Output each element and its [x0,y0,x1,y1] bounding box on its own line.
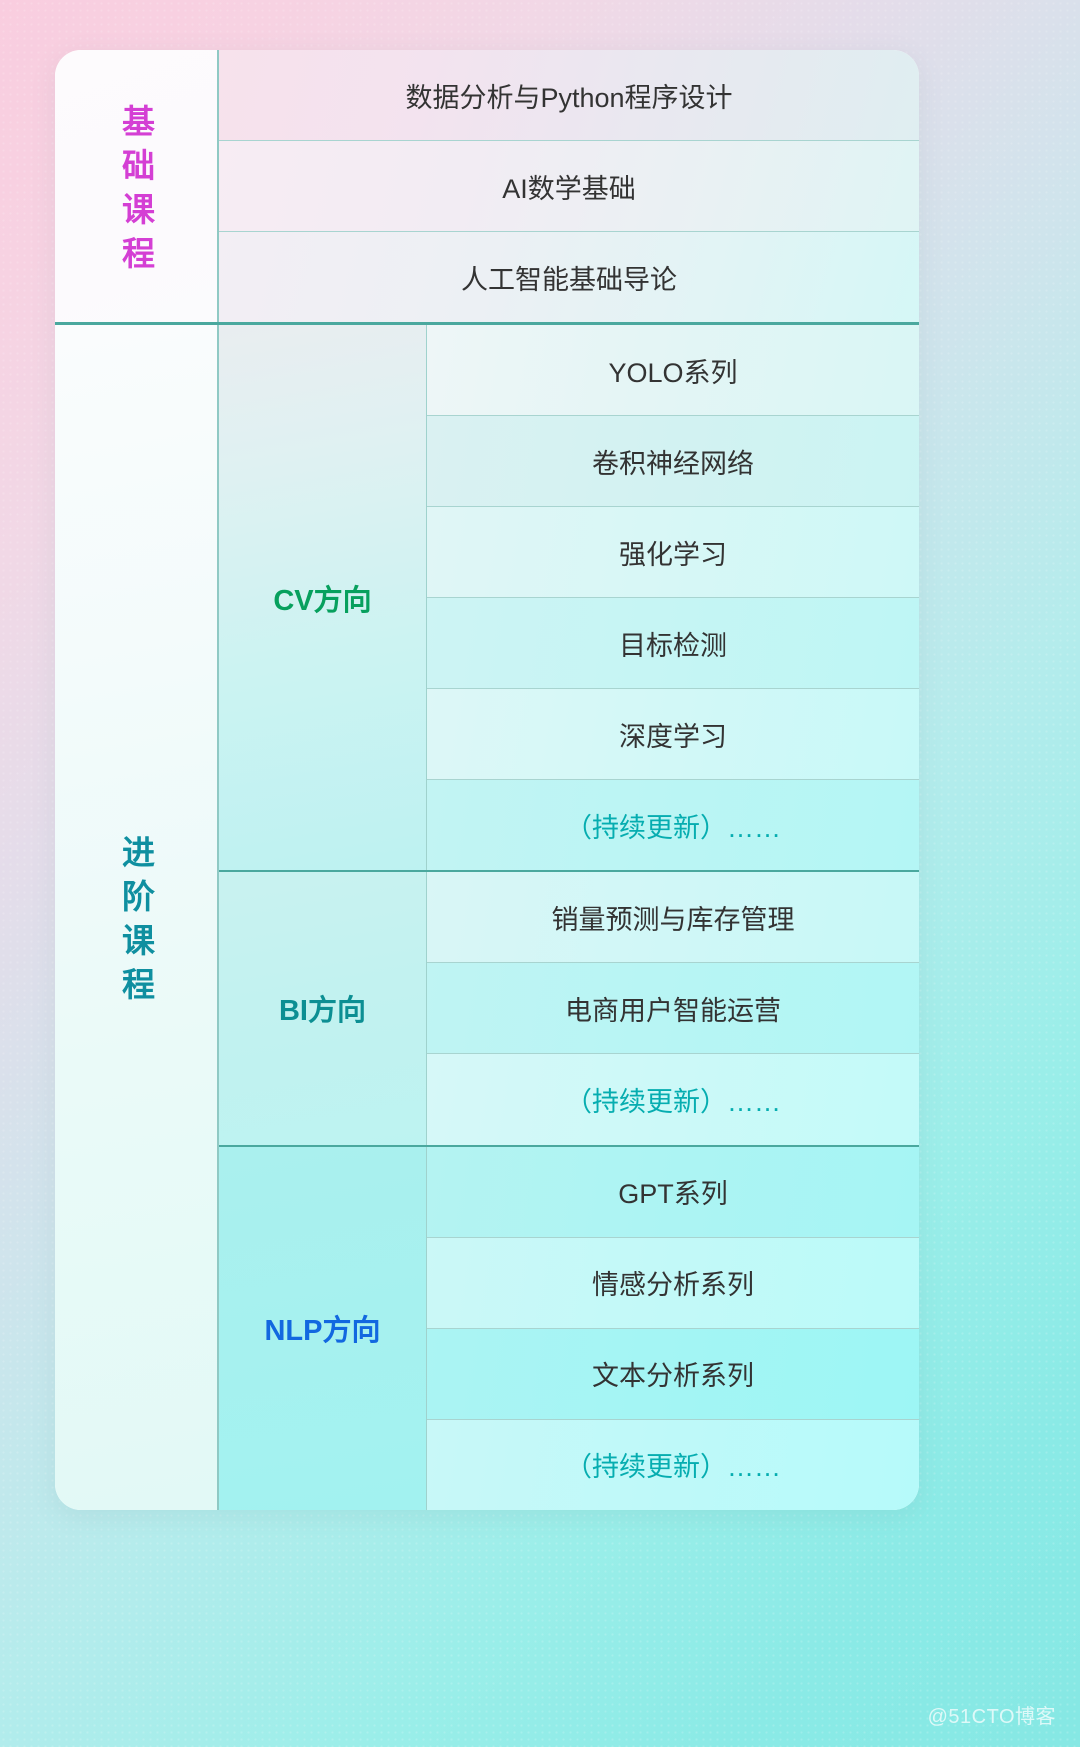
bi-course-list: 销量预测与库存管理 电商用户智能运营 （持续更新）…… [427,872,919,1145]
update-note: （持续更新）…… [565,1452,781,1483]
course-name: 强化学习 [619,539,727,570]
table-row[interactable]: 文本分析系列 [427,1327,919,1419]
basic-course-list: 数据分析与Python程序设计 AI数学基础 人工智能基础导论 [219,50,919,322]
nlp-course-list: GPT系列 情感分析系列 文本分析系列 （持续更新）…… [427,1146,919,1510]
direction-label-cell-bi: BI方向 [219,872,427,1145]
course-name: 卷积神经网络 [592,448,754,479]
table-row[interactable]: 目标检测 [427,597,919,689]
section-label-basic: 基础课程 [117,103,155,280]
direction-block-nlp: NLP方向 GPT系列 情感分析系列 文本分析系列 （持续更新）…… [219,1144,919,1510]
table-row[interactable]: （持续更新）…… [427,1053,919,1145]
table-row[interactable]: （持续更新）…… [427,779,919,871]
page-background: 基础课程 数据分析与Python程序设计 AI数学基础 人工智能基础导论 进阶课… [0,0,1080,1747]
direction-label-bi: BI方向 [278,995,366,1028]
table-row[interactable]: 数据分析与Python程序设计 [219,50,919,140]
direction-label-nlp: NLP方向 [264,1315,381,1348]
curriculum-table: 基础课程 数据分析与Python程序设计 AI数学基础 人工智能基础导论 进阶课… [55,50,919,1510]
table-row[interactable]: 强化学习 [427,506,919,598]
section-label-advanced-cell: 进阶课程 [55,325,219,1510]
table-row[interactable]: 销量预测与库存管理 [427,872,919,963]
table-row[interactable]: GPT系列 [427,1146,919,1237]
cv-course-list: YOLO系列 卷积神经网络 强化学习 目标检测 深度学习 （持续更新）…… [427,325,919,871]
course-name: 电商用户智能运营 [565,995,781,1026]
table-row[interactable]: 情感分析系列 [427,1236,919,1328]
course-name: GPT系列 [618,1179,728,1210]
direction-block-bi: BI方向 销量预测与库存管理 电商用户智能运营 （持续更新）…… [219,870,919,1145]
table-row[interactable]: 深度学习 [427,688,919,780]
section-advanced-courses: 进阶课程 CV方向 YOLO系列 卷积神经网络 强化学习 目标检测 深度学习 （… [55,325,919,1510]
course-name: 文本分析系列 [592,1361,754,1392]
course-name: 深度学习 [619,721,727,752]
course-name: 人工智能基础导论 [461,264,677,295]
course-name: 数据分析与Python程序设计 [405,82,733,113]
table-row[interactable]: 人工智能基础导论 [219,231,919,322]
section-basic-courses: 基础课程 数据分析与Python程序设计 AI数学基础 人工智能基础导论 [55,50,919,325]
section-label-advanced: 进阶课程 [117,835,155,1011]
table-row[interactable]: （持续更新）…… [427,1418,919,1510]
direction-label-cell-cv: CV方向 [219,325,427,871]
direction-label-cell-nlp: NLP方向 [219,1146,427,1510]
course-name: 销量预测与库存管理 [551,904,795,935]
curriculum-card: 基础课程 数据分析与Python程序设计 AI数学基础 人工智能基础导论 进阶课… [55,50,919,1510]
table-row[interactable]: 电商用户智能运营 [427,962,919,1054]
section-label-basic-cell: 基础课程 [55,50,219,322]
course-name: AI数学基础 [502,173,636,204]
course-name: 目标检测 [619,630,727,661]
table-row[interactable]: YOLO系列 [427,325,919,416]
direction-label-cv: CV方向 [273,584,372,617]
update-note: （持续更新）…… [565,812,781,843]
course-name: YOLO系列 [608,357,738,388]
course-name: 情感分析系列 [592,1270,754,1301]
update-note: （持续更新）…… [565,1087,781,1117]
watermark: @51CTO博客 [927,1706,1056,1728]
table-row[interactable]: AI数学基础 [219,140,919,231]
table-row[interactable]: 卷积神经网络 [427,415,919,507]
direction-block-cv: CV方向 YOLO系列 卷积神经网络 强化学习 目标检测 深度学习 （持续更新）… [219,325,919,871]
direction-list: CV方向 YOLO系列 卷积神经网络 强化学习 目标检测 深度学习 （持续更新）… [219,325,919,1510]
